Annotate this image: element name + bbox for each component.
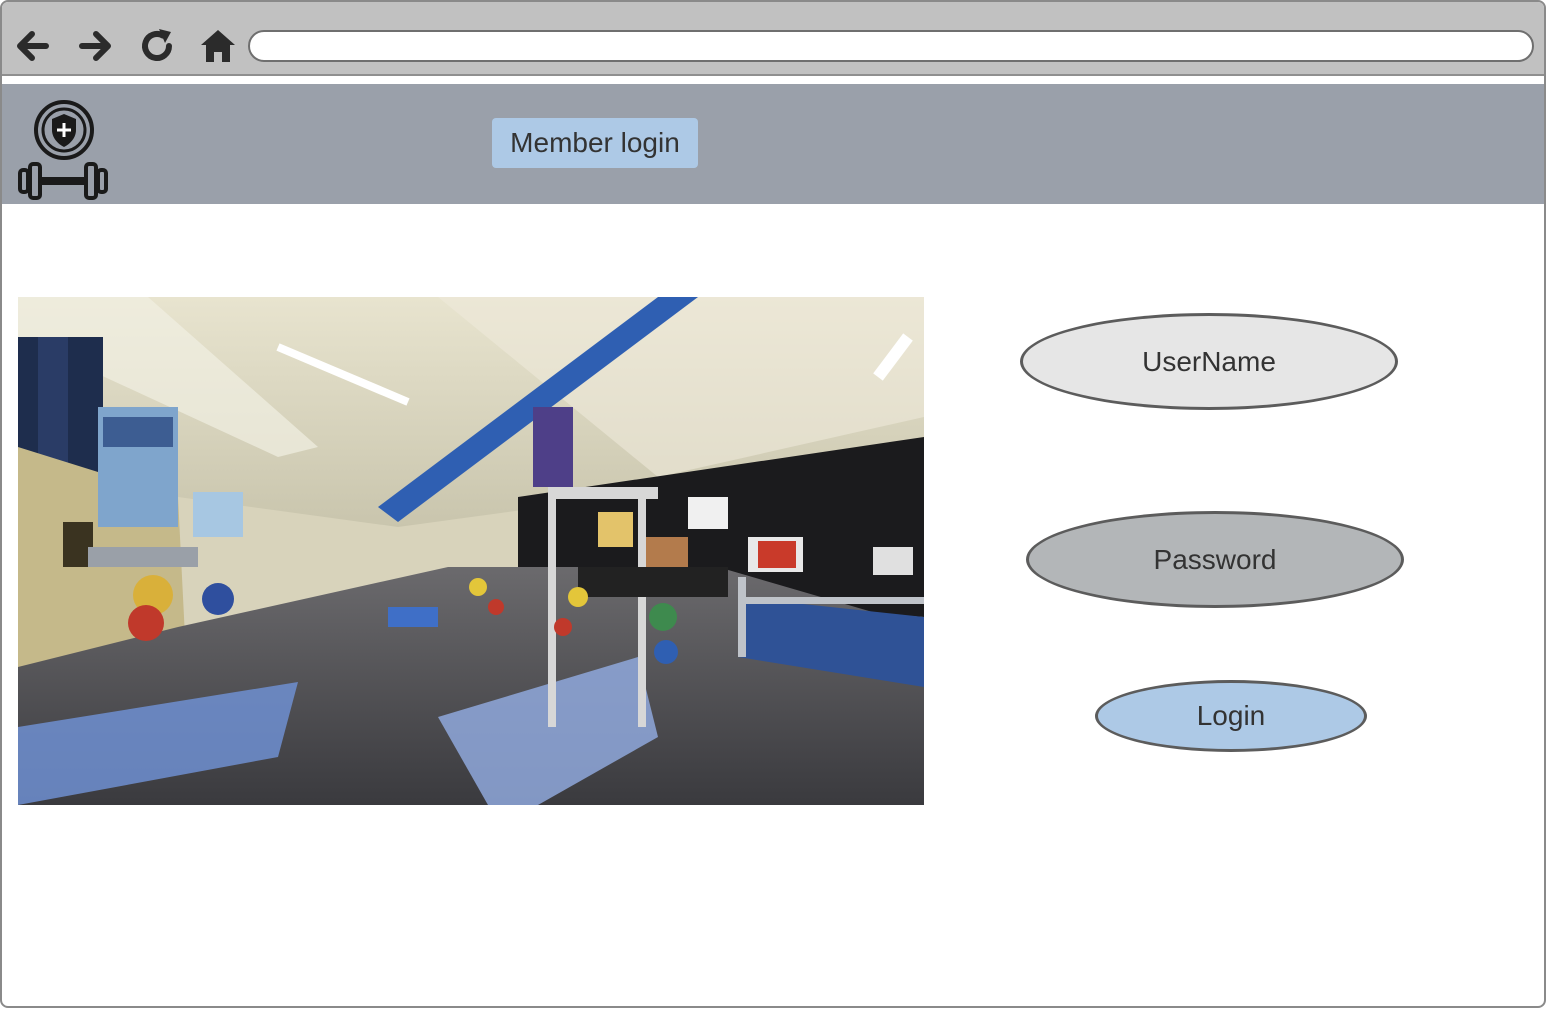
browser-toolbar (2, 2, 1544, 76)
login-label: Login (1196, 700, 1266, 731)
username-label: UserName (1142, 345, 1276, 377)
password-field[interactable]: Password (1026, 511, 1404, 608)
site-header (2, 84, 1544, 204)
reload-button[interactable] (135, 24, 179, 68)
home-button[interactable] (196, 24, 240, 68)
gym-photo (18, 297, 924, 805)
browser-window: Member login UserName Password Login (0, 0, 1546, 1008)
arrow-right-icon (79, 31, 111, 61)
login-button[interactable]: Login (1095, 680, 1367, 752)
site-logo[interactable] (16, 98, 114, 202)
arrow-left-icon (17, 31, 49, 61)
reload-icon (142, 29, 172, 61)
home-icon (201, 30, 235, 62)
username-field[interactable]: UserName (1020, 313, 1398, 410)
forward-button[interactable] (74, 24, 118, 68)
gym-interior-image (18, 297, 924, 805)
member-login-button[interactable]: Member login (492, 118, 698, 168)
shield-dumbbell-logo-icon (18, 100, 108, 200)
back-button[interactable] (10, 24, 54, 68)
password-label: Password (1153, 543, 1277, 575)
address-bar[interactable] (248, 30, 1534, 62)
